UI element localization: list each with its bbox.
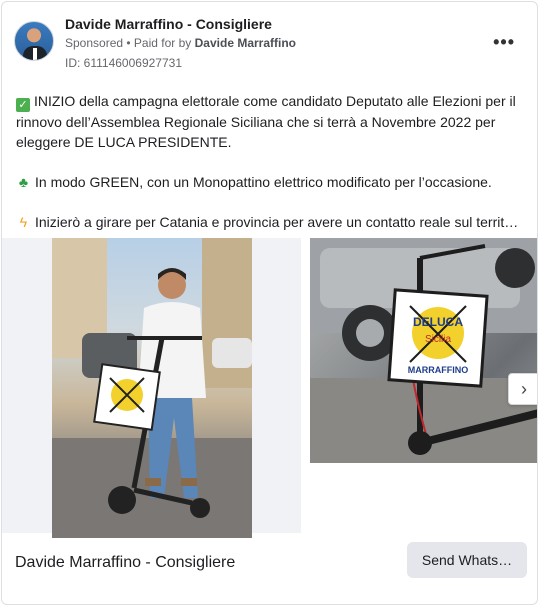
send-whatsapp-button[interactable]: Send Whats… — [407, 542, 527, 578]
photo-man-on-scooter-art — [52, 238, 252, 538]
body-paragraph-3: ϟ Inizierò a girare per Catania e provinc… — [16, 212, 526, 232]
avatar[interactable] — [14, 21, 54, 61]
lightning-icon: ϟ — [19, 214, 28, 230]
sign-text-deluca: DELUCA — [413, 315, 463, 329]
four-leaf-clover-icon: ♣ — [18, 174, 29, 190]
image-carousel: DELUCA Sicilia MARRAFFINO › — [2, 238, 537, 538]
more-options-icon[interactable]: ••• — [493, 32, 515, 53]
paid-for-name: Davide Marraffino — [194, 36, 296, 50]
avatar-shirt — [33, 48, 37, 60]
body-paragraph-2: ♣ In modo GREEN, con un Monopattino elett… — [16, 172, 526, 192]
check-mark-icon: ✓ — [16, 98, 30, 112]
sponsored-line: Sponsored • Paid for by Davide Marraffin… — [65, 36, 296, 50]
ad-card: Davide Marraffino - Consigliere Sponsore… — [1, 1, 538, 605]
body-text-1: INIZIO della campagna elettorale come ca… — [16, 93, 516, 150]
sponsored-label: Sponsored — [65, 36, 124, 50]
post-body: ✓ INIZIO della campagna elettorale come c… — [16, 91, 526, 252]
sign-text-marraffino: MARRAFFINO — [408, 365, 469, 375]
page-name[interactable]: Davide Marraffino - Consigliere — [65, 16, 272, 32]
footer-page-name[interactable]: Davide Marraffino - Consigliere — [15, 554, 235, 572]
body-text-2: In modo GREEN, con un Monopattino elettr… — [35, 174, 492, 190]
carousel-slide-2[interactable]: DELUCA Sicilia MARRAFFINO — [310, 238, 537, 463]
sign-text-sicilia: Sicilia — [425, 334, 452, 345]
photo-man-on-scooter[interactable] — [52, 238, 252, 538]
ad-id: ID: 611146006927731 — [65, 56, 182, 70]
body-paragraph-1: ✓ INIZIO della campagna elettorale come c… — [16, 91, 526, 152]
photo-scooter-sign: DELUCA Sicilia MARRAFFINO — [310, 238, 537, 463]
paid-for-prefix: • Paid for by — [126, 36, 192, 50]
chevron-right-icon[interactable]: › — [508, 373, 537, 405]
body-text-3: Inizierò a girare per Catania e provinci… — [35, 214, 526, 230]
carousel-slide-1[interactable] — [2, 238, 301, 538]
post-header: Davide Marraffino - Consigliere Sponsore… — [14, 14, 525, 74]
